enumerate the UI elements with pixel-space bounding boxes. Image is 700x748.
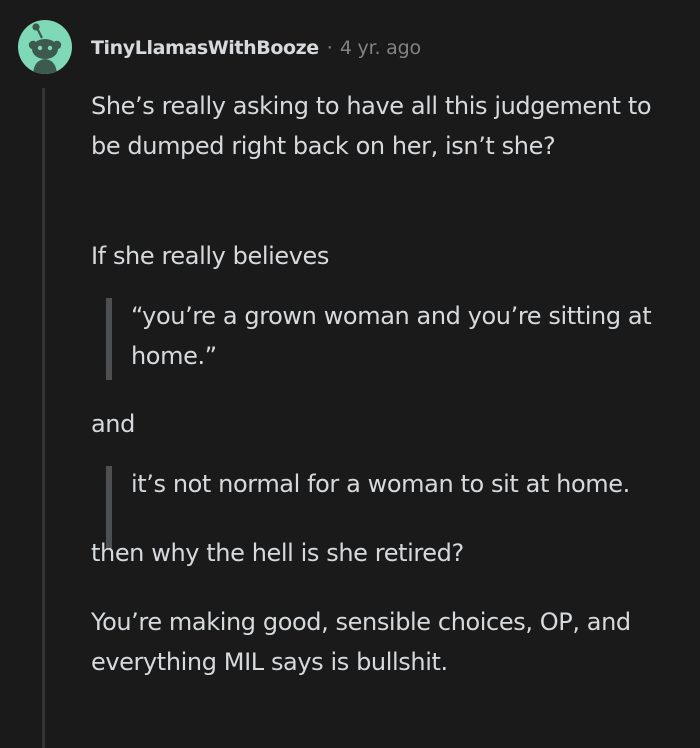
blockquote: “you’re a grown woman and you’re sitting…	[106, 296, 681, 380]
meta-separator: ·	[326, 37, 333, 59]
comment-paragraph: She’s really asking to have all this jud…	[91, 92, 652, 160]
username-link[interactable]: TinyLlamasWithBooze	[91, 37, 319, 59]
thread-line[interactable]	[42, 88, 45, 748]
comment-timestamp[interactable]: 4 yr. ago	[340, 37, 421, 59]
comment-body: She’s really asking to have all this jud…	[91, 86, 681, 682]
comment-header: TinyLlamasWithBooze · 4 yr. ago	[91, 34, 421, 62]
blockquote: it’s not normal for a woman to sit at ho…	[106, 464, 681, 548]
comment-paragraph: and	[91, 410, 135, 438]
blockquote-text: “you’re a grown woman and you’re sitting…	[131, 302, 652, 370]
comment-paragraph: You’re making good, sensible choices, OP…	[91, 608, 631, 676]
comment-paragraph: If she really believes	[91, 242, 330, 270]
comment-paragraph: then why the hell is she retired?	[91, 539, 464, 567]
user-avatar[interactable]	[18, 20, 72, 74]
blockquote-text: it’s not normal for a woman to sit at ho…	[131, 470, 630, 498]
blockquote-bar	[106, 466, 112, 548]
snoo-avatar-icon	[28, 23, 62, 74]
blockquote-bar	[106, 298, 112, 380]
